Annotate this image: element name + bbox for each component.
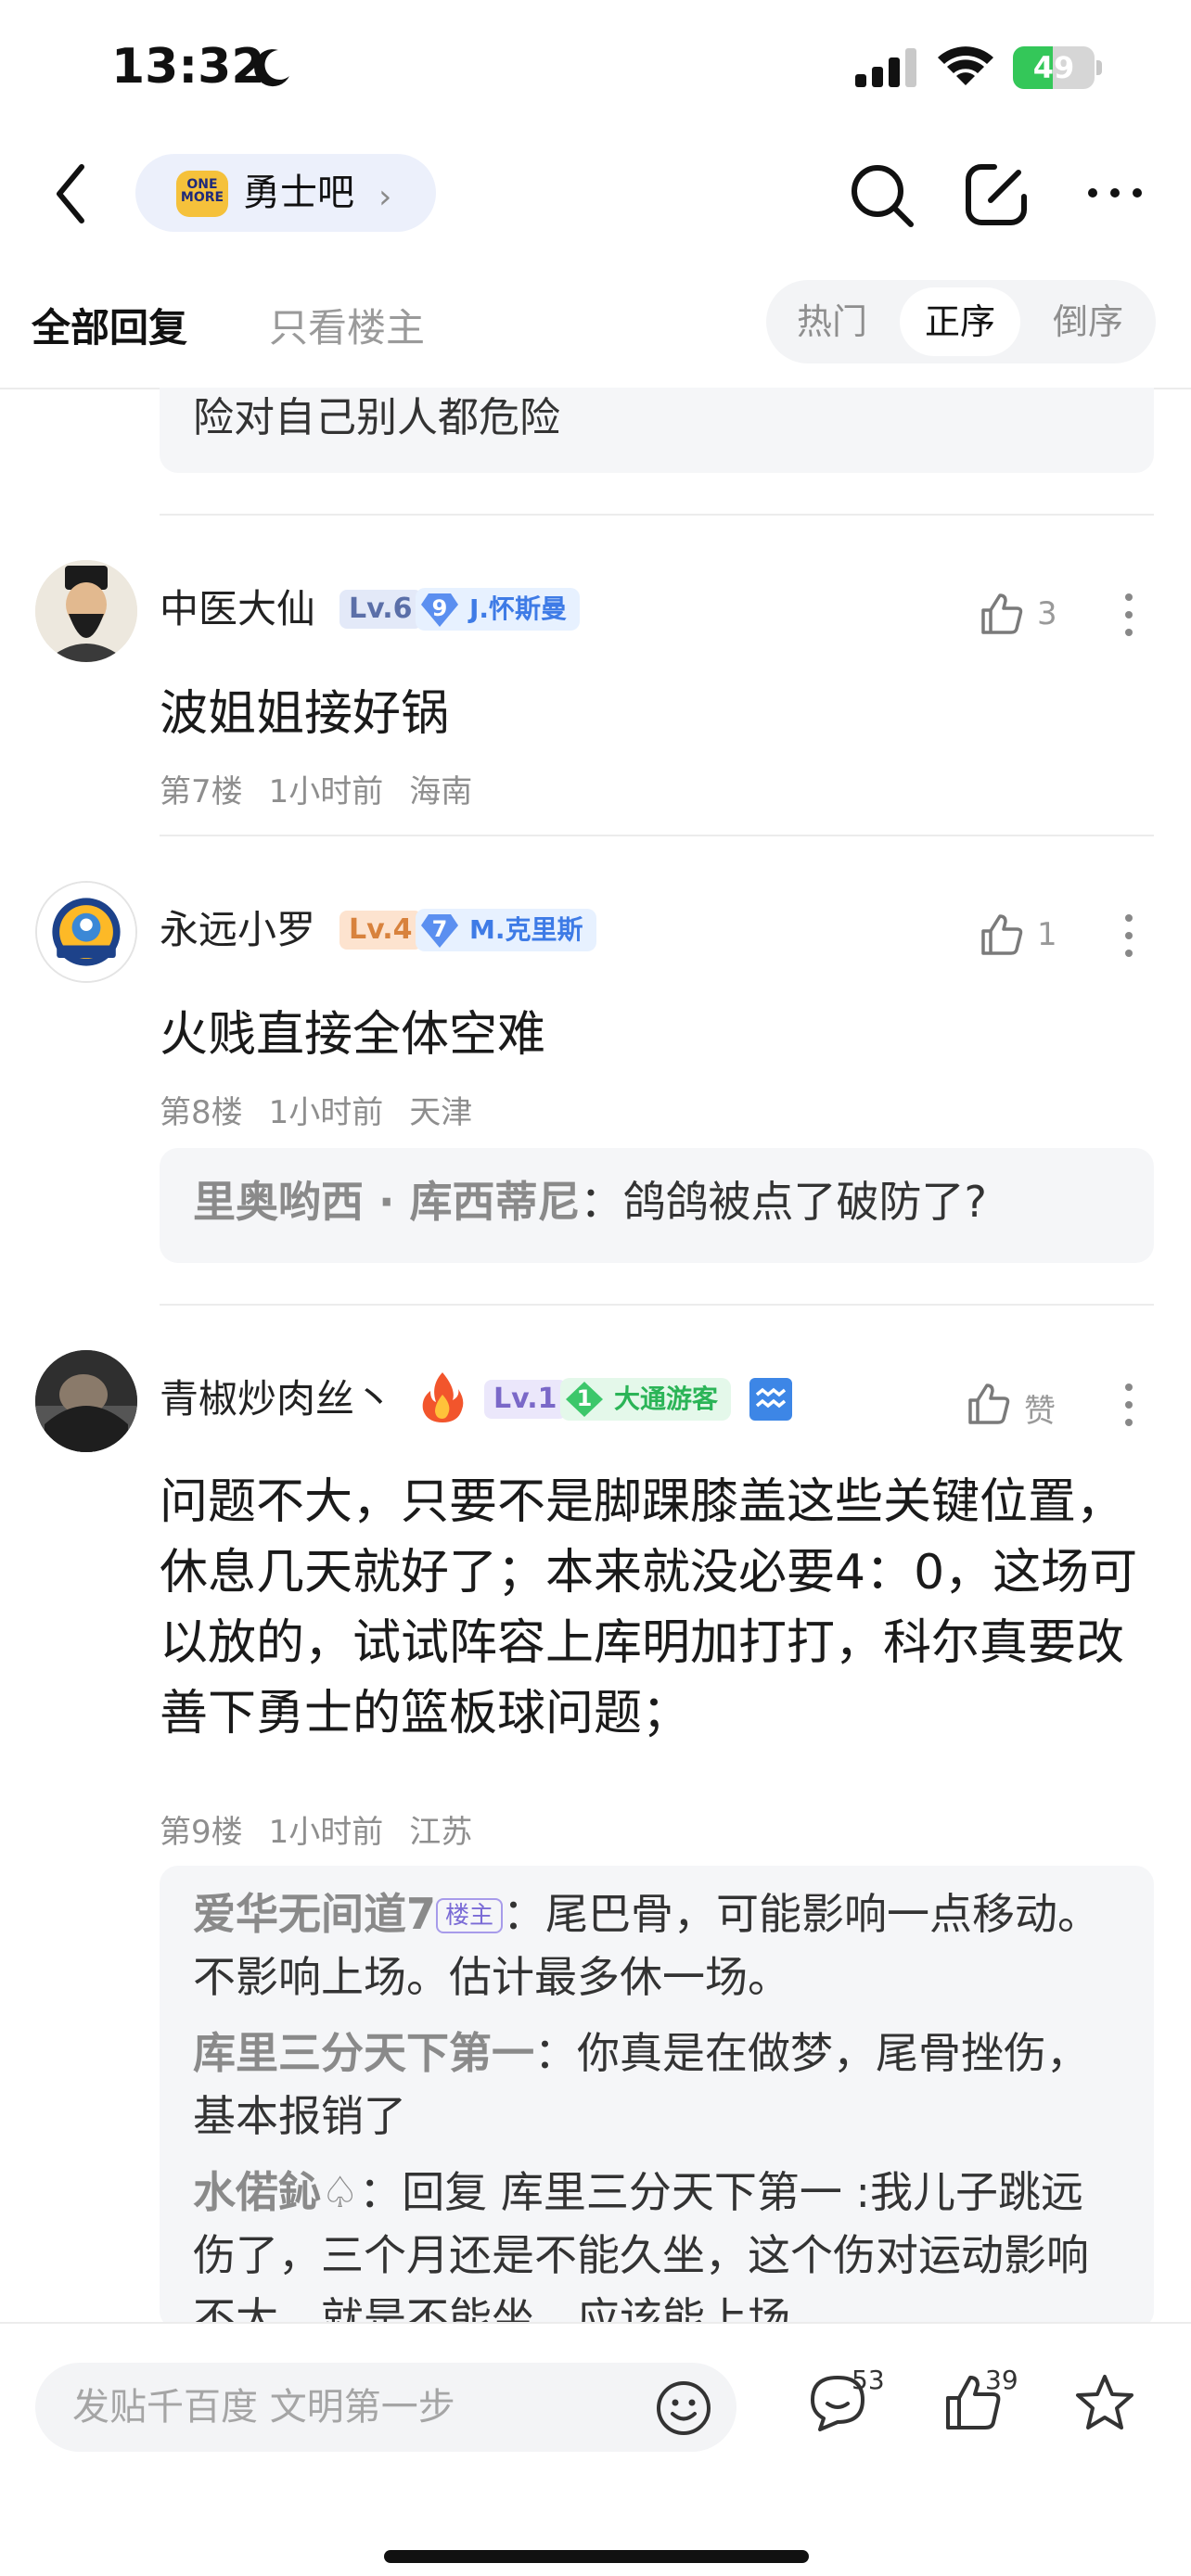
thumbs-up-icon[interactable] [978,590,1026,638]
team-badge: 1 大通游客 [560,1378,732,1421]
forum-name: 勇士吧 [243,172,354,214]
post-time: 1小时前 [268,773,384,810]
divider [160,1304,1154,1306]
like-count: 39 [985,2365,1018,2395]
moon-icon [254,49,289,87]
username[interactable]: 青椒炒肉丝丶 [160,1376,393,1422]
forum-chip[interactable]: ONE MORE 勇士吧 › [135,154,436,232]
reply-author[interactable]: 水偌鈊♤ [193,2167,359,2217]
floor-number: 第9楼 [160,1814,243,1851]
more-vertical-icon[interactable] [1122,912,1135,959]
post-location: 海南 [409,773,473,810]
emoji-icon[interactable] [655,2379,712,2437]
bottom-action-bar: 发贴千百度 文明第一步 53 39 [0,2322,1191,2576]
team-badge: 7 M.克里斯 [416,909,596,951]
divider [160,514,1154,516]
post-meta: 第7楼 1小时前 海南 [160,766,498,811]
sort-hot[interactable]: 热门 [772,287,892,356]
avatar[interactable] [35,560,137,662]
post-time: 1小时前 [268,1814,384,1851]
team-badge: 9 J.怀斯曼 [416,588,581,631]
more-vertical-icon[interactable] [1122,592,1135,638]
search-icon[interactable] [846,159,918,232]
sort-ascending[interactable]: 正序 [900,287,1020,356]
aquarius-icon [749,1378,792,1421]
comment-placeholder: 发贴千百度 文明第一步 [72,2386,455,2429]
tab-all-replies[interactable]: 全部回复 [32,297,187,353]
star-icon[interactable] [1074,2372,1135,2433]
like-count: 1 [1037,916,1057,953]
reply-box[interactable]: 险对自己别人都危险 [160,388,1154,473]
reply-text: 鸽鸽被点了破防了? [622,1177,987,1227]
team-name: 大通游客 [614,1384,719,1414]
nav-bar: ONE MORE 勇士吧 › [0,139,1191,250]
reply-text: 险对自己别人都危险 [193,394,560,441]
reply-filter-bar: 全部回复 只看楼主 热门 正序 倒序 [0,269,1191,389]
tab-op-only[interactable]: 只看楼主 [269,297,425,353]
post-content: 问题不大，只要不是脚踝膝盖这些关键位置，休息几天就好了；本来就没必要4：0，这场… [160,1474,1138,1741]
more-vertical-icon[interactable] [1122,1382,1135,1428]
post-content: 火贱直接全体空难 [160,1007,546,1063]
avatar[interactable] [35,1350,137,1452]
chevron-right-icon: › [378,178,392,216]
post-location: 江苏 [409,1814,473,1851]
post-time: 1小时前 [268,1094,384,1131]
battery-indicator: 49 [1013,46,1102,89]
level-badge: Lv.1 [484,1380,567,1419]
reply-item: 里奥哟西 · 库西蒂尼：鸽鸽被点了破防了? [193,1177,987,1227]
reply-author[interactable]: 库里三分天下第一 [193,2028,534,2078]
like-count: 3 [1037,595,1057,632]
more-options-icon[interactable] [1085,182,1145,204]
avatar[interactable] [35,881,137,983]
post-meta: 第8楼 1小时前 天津 [160,1087,498,1132]
back-arrow-icon[interactable] [50,161,91,226]
comment-input[interactable]: 发贴千百度 文明第一步 [35,2363,736,2452]
signal-icon [855,48,916,87]
reply-item: 库里三分天下第一：你真是在做梦，尾骨挫伤，基本报销了 [193,2028,1089,2141]
wifi-icon [938,46,993,85]
level-badge: Lv.6 [339,590,422,629]
reply-author[interactable]: 里奥哟西 · 库西蒂尼 [193,1177,581,1227]
forum-logo: ONE MORE [176,171,228,217]
sort-toggle: 热门 正序 倒序 [766,280,1156,363]
fire-icon [422,1372,464,1422]
post-location: 天津 [409,1094,473,1131]
reply-list[interactable]: 爱华无间道7 楼主 ：尾巴骨，可能影响一点移动。不影响上场。估计最多休一场。 库里三… [160,1866,1154,2329]
username[interactable]: 中医大仙 [160,586,315,632]
edit-icon[interactable] [961,159,1031,230]
reply-author[interactable]: 爱华无间道7 [193,1889,436,1939]
floor-number: 第7楼 [160,773,243,810]
status-time: 13:32 [111,39,265,95]
reply-item: 爱华无间道7 楼主 ：尾巴骨，可能影响一点移动。不影响上场。估计最多休一场。 [193,1889,1101,2002]
battery-level-text: 49 [1032,50,1075,85]
comment-count: 53 [852,2365,885,2395]
sort-descending[interactable]: 倒序 [1028,287,1148,356]
post-content: 波姐姐接好锅 [160,686,450,742]
username[interactable]: 永远小罗 [160,907,315,953]
status-bar: 13:32 49 [0,0,1191,139]
reply-item: 水偌鈊♤：回复 库里三分天下第一 :我儿子跳远伤了，三个月还是不能久坐，这个伤对… [193,2161,1121,2329]
team-name: M.克里斯 [469,914,583,945]
like-label[interactable]: 赞 [1024,1385,1056,1431]
post-meta: 第9楼 1小时前 江苏 [160,1806,498,1852]
thumbs-up-icon[interactable] [978,911,1026,959]
floor-number: 第8楼 [160,1094,243,1131]
op-tag: 楼主 [436,1898,504,1933]
home-indicator [384,2550,809,2563]
team-name: J.怀斯曼 [469,593,568,624]
divider [160,835,1154,836]
reply-box[interactable]: 里奥哟西 · 库西蒂尼：鸽鸽被点了破防了? [160,1148,1154,1263]
thumbs-up-icon[interactable] [965,1380,1013,1428]
level-badge: Lv.4 [339,911,422,950]
